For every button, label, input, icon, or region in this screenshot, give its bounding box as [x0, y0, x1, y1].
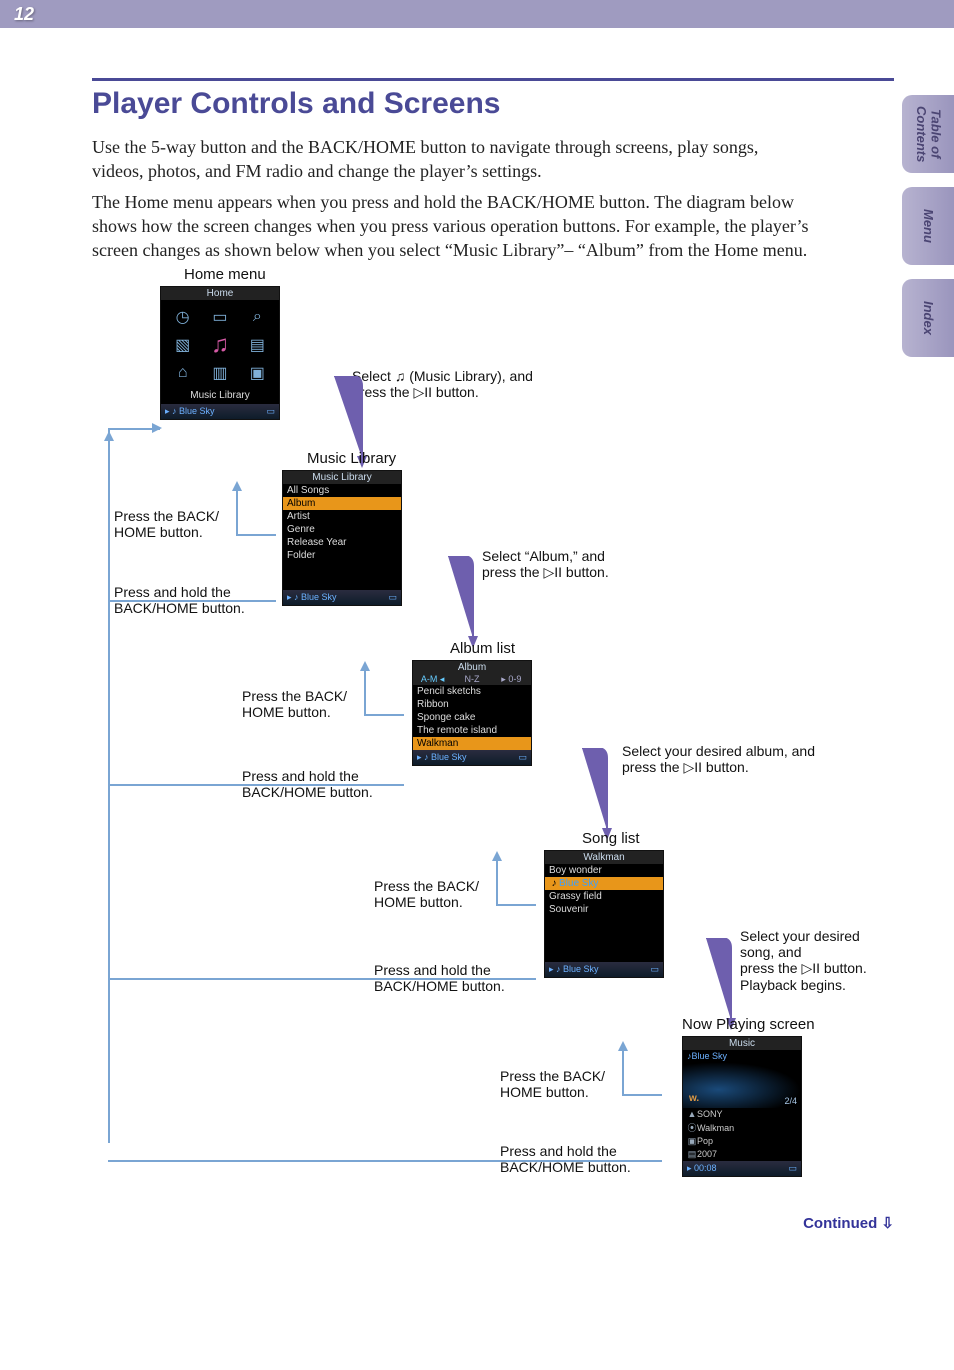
music-note-icon: ♫	[395, 368, 406, 384]
np-time: ▸ 00:08	[687, 1163, 717, 1174]
battery-icon: ▭	[266, 406, 275, 417]
hold-line-4	[108, 1160, 662, 1162]
up-arrow-2	[364, 664, 404, 716]
sl-item: ♪Blue Sky	[545, 877, 663, 890]
walkman-logo-icon: w.	[689, 1093, 699, 1104]
sl-footer: ▸ ♪ Blue Sky	[549, 964, 599, 975]
clock-icon: ◷	[172, 306, 194, 328]
battery-icon: ▭	[388, 592, 397, 603]
label-hold-4: Press and hold the BACK/HOME button.	[500, 1143, 631, 1175]
label-music-library: Music Library	[307, 450, 396, 467]
np-genre: ▣Pop	[683, 1135, 801, 1148]
label-now-playing: Now Playing screen	[682, 1016, 815, 1033]
np-album: ⦿Walkman	[683, 1120, 801, 1135]
ml-item: Genre	[283, 523, 401, 536]
page-number-bar: 12	[0, 0, 954, 28]
label-album-list: Album list	[450, 640, 515, 657]
album-art: w. 2/4	[683, 1062, 801, 1108]
label-back-3: Press the BACK/ HOME button.	[374, 878, 479, 910]
al-cat: N-Z	[452, 674, 491, 685]
battery-icon: ▭	[788, 1163, 797, 1174]
label-song-list: Song list	[582, 830, 640, 847]
up-arrow-3	[496, 854, 536, 906]
intro-paragraph-1: Use the 5-way button and the BACK/HOME b…	[92, 135, 812, 184]
play-pause-icon: ▷II	[683, 759, 702, 775]
al-cat: A-M ◂	[413, 674, 452, 685]
np-title: Music	[683, 1037, 801, 1050]
heading-rule	[92, 78, 894, 81]
intro-paragraph-2: The Home menu appears when you press and…	[92, 190, 812, 263]
play-pause-icon: ▷II	[413, 384, 432, 400]
ml-item: Release Year	[283, 536, 401, 549]
ml-item: All Songs	[283, 484, 401, 497]
video-icon: ▤	[246, 334, 268, 356]
genre-icon: ▣	[687, 1136, 697, 1147]
label-back-4: Press the BACK/ HOME button.	[500, 1068, 605, 1100]
page-title: Player Controls and Screens	[92, 87, 894, 121]
sl-item: Boy wonder	[545, 864, 663, 877]
settings-icon: ⌂	[172, 362, 194, 384]
sl-item: Grassy field	[545, 890, 663, 903]
label-back-1: Press the BACK/ HOME button.	[114, 508, 219, 540]
nowplaying-icon: ▣	[246, 362, 268, 384]
screen-home-title: Home	[161, 287, 279, 300]
step2-text: Select “Album,” and press the ▷II button…	[482, 548, 609, 581]
hold-line-1	[108, 600, 276, 602]
album-icon: ⦿	[687, 1121, 697, 1134]
music-icon: ♫	[209, 334, 231, 356]
play-pause-icon: ▷II	[543, 564, 562, 580]
radio-icon: ▭	[209, 306, 231, 328]
ml-footer: ▸ ♪ Blue Sky	[287, 592, 337, 603]
ml-item: Artist	[283, 510, 401, 523]
down-arrow-icon: ⇩	[881, 1215, 894, 1232]
page-number: 12	[14, 4, 34, 25]
screen-home: Home ◷ ▭ ⌕ ▧ ♫ ▤ ⌂ ▥ ▣ Music Library ▸ ♪…	[160, 286, 280, 420]
al-item: The remote island	[413, 724, 531, 737]
step1-text: Select ♫ (Music Library), and press the …	[352, 368, 552, 401]
np-song: ♪Blue Sky	[683, 1050, 801, 1062]
sl-title: Walkman	[545, 851, 663, 864]
ml-item: Album	[283, 497, 401, 510]
hold-line-2	[108, 784, 404, 786]
battery-icon: ▭	[650, 964, 659, 975]
artist-icon: ▲	[687, 1109, 697, 1119]
label-home-menu: Home menu	[184, 266, 266, 283]
ml-title: Music Library	[283, 471, 401, 484]
screen-song-list: Walkman Boy wonder ♪Blue Sky Grassy fiel…	[544, 850, 664, 978]
battery-icon: ▭	[518, 752, 527, 763]
step4-text: Select your desired song, and press the …	[740, 928, 894, 993]
al-item: Walkman	[413, 737, 531, 750]
screen-album-list: Album A-M ◂ N-Z ▸ 0-9 Pencil sketchs Rib…	[412, 660, 532, 766]
ml-item: Folder	[283, 549, 401, 562]
al-item: Sponge cake	[413, 711, 531, 724]
home-caption: Music Library	[161, 390, 279, 404]
al-item: Ribbon	[413, 698, 531, 711]
navigation-diagram: Home menu Home ◷ ▭ ⌕ ▧ ♫ ▤ ⌂ ▥ ▣ Music L…	[92, 268, 894, 1188]
year-icon: ▤	[687, 1149, 697, 1160]
screen-now-playing: Music ♪Blue Sky w. 2/4 ▲SONY ⦿Walkman ▣P…	[682, 1036, 802, 1177]
screen-music-library: Music Library All Songs Album Artist Gen…	[282, 470, 402, 606]
step3-text: Select your desired album, and press the…	[622, 743, 815, 776]
search-icon: ⌕	[246, 306, 268, 328]
hold-line-3	[108, 978, 536, 980]
al-cat: ▸ 0-9	[492, 674, 531, 685]
al-title: Album	[413, 661, 531, 674]
up-arrow-4	[622, 1044, 662, 1096]
continued-indicator: Continued ⇩	[0, 1208, 954, 1246]
al-footer: ▸ ♪ Blue Sky	[417, 752, 467, 763]
photo-icon: ▧	[172, 334, 194, 356]
np-year: ▤2007	[683, 1148, 801, 1161]
play-pause-icon: ▷II	[801, 960, 820, 976]
up-arrow-1	[236, 484, 276, 536]
home-footer: ▸ ♪ Blue Sky	[165, 406, 215, 417]
np-track: 2/4	[784, 1096, 797, 1106]
label-back-2: Press the BACK/ HOME button.	[242, 688, 347, 720]
al-item: Pencil sketchs	[413, 685, 531, 698]
playlist-icon: ▥	[209, 362, 231, 384]
bus-arrowhead	[152, 423, 167, 433]
sl-item: Souvenir	[545, 903, 663, 916]
np-artist: ▲SONY	[683, 1108, 801, 1120]
